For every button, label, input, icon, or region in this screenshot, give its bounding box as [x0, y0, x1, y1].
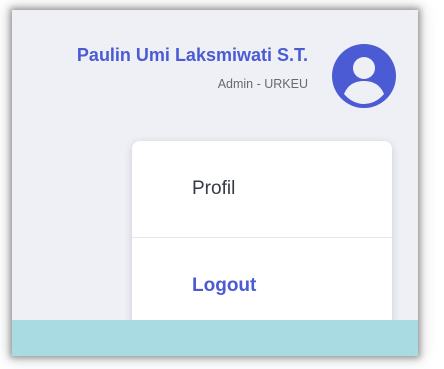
user-circle-icon	[332, 44, 396, 108]
menu-item-profil[interactable]: Profil	[132, 141, 392, 237]
user-info: Paulin Umi Laksmiwati S.T. Admin - URKEU	[77, 44, 308, 91]
user-name: Paulin Umi Laksmiwati S.T.	[76, 45, 308, 65]
user-role: Admin - URKEU	[217, 77, 308, 91]
avatar-button[interactable]	[332, 44, 396, 108]
content-banner	[12, 320, 418, 356]
header-panel: Paulin Umi Laksmiwati S.T. Admin - URKEU…	[12, 10, 418, 356]
user-dropdown-menu: Profil Logout	[132, 141, 392, 334]
